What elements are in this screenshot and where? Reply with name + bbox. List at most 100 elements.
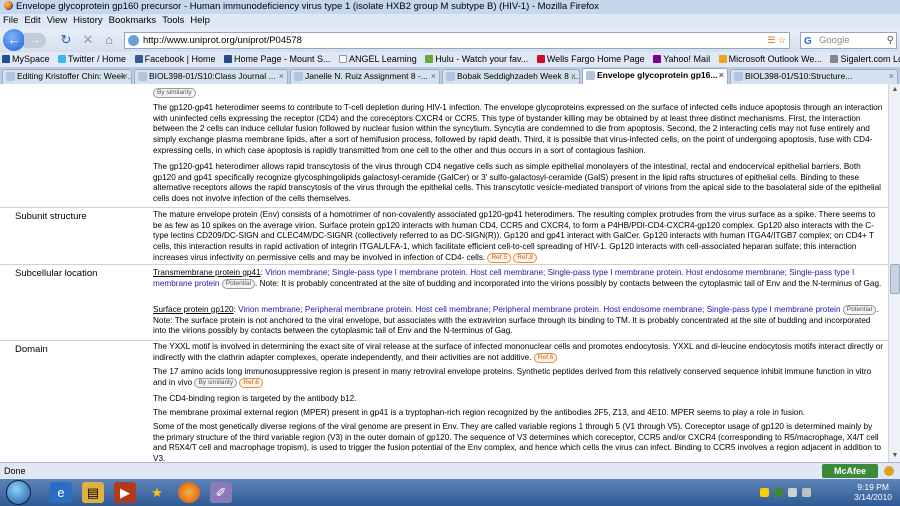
paint-icon[interactable]: ✐ [210, 482, 232, 503]
facebook-icon [134, 55, 143, 63]
wiki-tab-icon [138, 72, 147, 81]
rss-feed-icon[interactable]: ☰ ☆ [767, 33, 786, 48]
folder-icon[interactable]: ▤ [82, 482, 104, 503]
page-content: By similarity The gp120-gp41 heterodimer… [0, 84, 900, 462]
by-similarity-badge[interactable]: By similarity [153, 88, 196, 98]
ref-5-badge[interactable]: Ref.5 [487, 252, 512, 263]
tab-class-journal[interactable]: BIOL398-01/S10:Class Journal ... × [134, 69, 288, 84]
subcellular-location-label: Subcellular location [15, 268, 98, 279]
network-icon[interactable] [788, 488, 797, 497]
surface-protein-locations-links[interactable]: Virion membrane; Peripheral membrane pro… [238, 305, 840, 314]
clock[interactable]: 9:19 PM 3/14/2010 [854, 482, 892, 502]
vertical-scrollbar[interactable]: ▲ ▼ [888, 84, 900, 462]
function-paragraph-2: The gp120-gp41 heterodimer allows rapid … [153, 162, 881, 204]
domain-paragraph-5: Some of the most genetically diverse reg… [153, 422, 882, 462]
menu-bookmarks[interactable]: Bookmarks [106, 14, 160, 28]
yahoo-icon [653, 55, 662, 63]
clock-date: 3/14/2010 [854, 492, 892, 502]
bookmark-facebook[interactable]: Facebook | Home [133, 52, 220, 67]
close-tab-icon[interactable]: × [279, 70, 284, 83]
msm-icon [223, 55, 232, 63]
transmembrane-location: Transmembrane protein gp41: Virion membr… [153, 268, 882, 289]
tab-envelope-glycoprotein[interactable]: Envelope glycoprotein gp16... × [582, 68, 728, 84]
bookmark-myspace[interactable]: MySpace [0, 52, 54, 67]
scrollbar-thumb[interactable] [890, 264, 900, 294]
surface-protein-location: Surface protein gp120: Virion membrane; … [153, 305, 879, 336]
search-placeholder: Google [819, 35, 850, 46]
wiki-tab-icon [6, 72, 15, 81]
domain-label: Domain [15, 344, 48, 355]
tab-janelle-ruiz[interactable]: Janelle N. Ruiz Assignment 8 -... × [290, 69, 440, 84]
stop-icon[interactable]: ✕ [80, 32, 96, 48]
bookmark-mount-saint-marys[interactable]: Home Page - Mount S... [222, 52, 335, 67]
menu-history[interactable]: History [70, 14, 106, 28]
wiki-tab-icon [446, 72, 455, 81]
potential-badge[interactable]: Potential [842, 305, 877, 315]
surface-protein-title: Surface protein gp120 [153, 305, 234, 314]
twitter-icon [58, 55, 67, 63]
menu-help[interactable]: Help [187, 14, 213, 28]
function-paragraph-1: The gp120-gp41 heterodimer seems to cont… [153, 103, 883, 155]
ref-6-badge[interactable]: Ref.6 [533, 352, 558, 363]
tab-editing-kristoffer[interactable]: Editing Kristoffer Chin: Week ... × [2, 69, 132, 84]
surface-protein-note: Note: The surface protein is not anchore… [153, 315, 871, 336]
close-tab-icon[interactable]: × [719, 69, 724, 82]
tab-strip: Editing Kristoffer Chin: Week ... × BIOL3… [0, 67, 900, 84]
domain-paragraph-3: The CD4-binding region is targeted by th… [153, 394, 357, 403]
window-titlebar: Envelope glycoprotein gp160 precursor - … [0, 0, 900, 14]
magnifier-icon[interactable]: ⚲ [887, 33, 894, 48]
ref-6-badge[interactable]: Ref.6 [239, 377, 263, 388]
mcafee-button[interactable]: McAfee [822, 464, 878, 478]
back-arrow-icon[interactable]: ← [3, 29, 25, 51]
bookmark-wells-fargo[interactable]: Wells Fargo Home Page [535, 52, 649, 67]
tab-bobak-week8[interactable]: Bobak Seddighzadeh Week 8 ... × [442, 69, 580, 84]
domain-paragraph-4: The membrane proximal external region (M… [153, 408, 806, 417]
by-similarity-badge[interactable]: By similarity [194, 377, 238, 388]
wiki-tab-icon [294, 72, 303, 81]
scroll-down-icon[interactable]: ▼ [889, 450, 900, 462]
system-tray: 9:19 PM 3/14/2010 [710, 479, 900, 506]
menu-view[interactable]: View [44, 14, 70, 28]
status-bar: Done McAfee [0, 462, 900, 479]
search-box[interactable]: G Google ⚲ [800, 32, 897, 49]
media-player-icon[interactable]: ▶ [114, 482, 136, 503]
start-button-icon[interactable] [6, 480, 31, 505]
url-bar[interactable]: http://www.uniprot.org/uniprot/P04578 ☰ … [124, 32, 790, 49]
forward-arrow-icon[interactable]: → [24, 33, 46, 48]
aim-icon[interactable]: ★ [146, 482, 168, 503]
bookmark-outlook[interactable]: Microsoft Outlook We... [717, 52, 826, 67]
menu-edit[interactable]: Edit [21, 14, 43, 28]
google-search-icon: G [804, 36, 812, 47]
outlook-icon [718, 55, 727, 63]
scroll-up-icon[interactable]: ▲ [889, 84, 900, 96]
subunit-structure-label: Subunit structure [15, 211, 87, 222]
bookmark-twitter[interactable]: Twitter / Home [56, 52, 130, 67]
close-tab-icon[interactable]: × [571, 70, 576, 83]
bookmark-hulu[interactable]: Hulu - Watch your fav... [423, 52, 532, 67]
bookmarks-toolbar: MySpace Twitter / Home Facebook | Home H… [0, 52, 900, 67]
close-tab-icon[interactable]: × [431, 70, 436, 83]
menu-tools[interactable]: Tools [159, 14, 187, 28]
clock-time: 9:19 PM [857, 482, 889, 492]
bookmark-yahoo-mail[interactable]: Yahoo! Mail [651, 52, 714, 67]
ref-8-badge[interactable]: Ref.8 [513, 252, 537, 263]
tab-structure[interactable]: BIOL398-01/S10:Structure... × [730, 69, 898, 84]
potential-badge[interactable]: Potential [221, 278, 256, 289]
ie-icon[interactable]: e [50, 482, 72, 503]
bookmark-angel-learning[interactable]: ANGEL Learning [337, 52, 421, 67]
home-icon[interactable]: ⌂ [101, 32, 117, 48]
addon-status-icon[interactable] [884, 466, 894, 476]
status-text: Done [4, 466, 26, 476]
menu-file[interactable]: File [0, 14, 21, 28]
volume-icon[interactable] [802, 488, 811, 497]
bookmark-sigalert[interactable]: Sigalert.com Los Ange... [828, 52, 900, 67]
myspace-icon [2, 55, 10, 63]
reload-icon[interactable]: ↻ [58, 32, 74, 48]
navigation-toolbar: ← → ↻ ✕ ⌂ http://www.uniprot.org/uniprot… [0, 28, 900, 52]
firefox-taskbar-icon[interactable] [178, 482, 200, 503]
close-tab-icon[interactable]: × [123, 70, 128, 83]
close-tab-icon[interactable]: × [889, 70, 894, 83]
url-text: http://www.uniprot.org/uniprot/P04578 [143, 35, 302, 46]
tray-icon[interactable] [760, 488, 769, 497]
tray-icon[interactable] [774, 488, 783, 497]
